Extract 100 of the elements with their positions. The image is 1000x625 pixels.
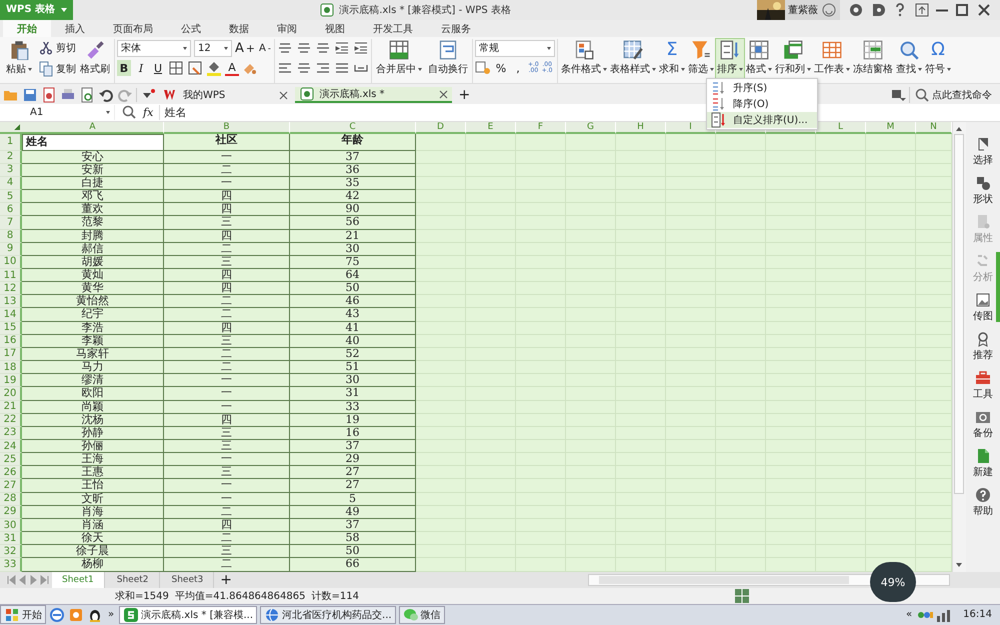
app-menu-button[interactable]: WPS 表格 bbox=[0, 0, 74, 20]
row-header[interactable]: 20 bbox=[0, 387, 22, 401]
font-size-select[interactable]: 12 bbox=[194, 40, 232, 57]
percent-button[interactable]: % bbox=[494, 60, 508, 76]
column-header[interactable]: C bbox=[290, 122, 416, 134]
row-header[interactable]: 17 bbox=[0, 348, 22, 362]
sidebar-button[interactable]: 推荐 bbox=[973, 330, 993, 362]
column-header[interactable]: B bbox=[164, 122, 290, 134]
underline-button[interactable]: U bbox=[151, 60, 165, 76]
more-button[interactable]: » bbox=[106, 609, 116, 620]
document-tab[interactable]: 演示底稿.xls * bbox=[295, 87, 452, 104]
cut-button[interactable]: 剪切 bbox=[36, 39, 76, 58]
menu-tab[interactable]: 审阅 bbox=[263, 20, 311, 38]
sidebar-button[interactable]: 选择 bbox=[973, 136, 993, 167]
close-icon[interactable] bbox=[438, 90, 448, 99]
sidebar-button[interactable]: 形状 bbox=[973, 174, 993, 206]
row-header[interactable]: 29 bbox=[0, 506, 22, 519]
horizontal-scrollbar[interactable] bbox=[588, 574, 950, 586]
menu-tab[interactable]: 页面布局 bbox=[99, 20, 167, 38]
menu-tab[interactable]: 数据 bbox=[215, 20, 263, 38]
menu-item[interactable]: 自定义排序(U)... bbox=[707, 112, 817, 128]
row-header[interactable]: 26 bbox=[0, 466, 22, 480]
panel-toggle[interactable] bbox=[996, 252, 1000, 322]
ribbon-button[interactable]: 表格样式 bbox=[608, 39, 657, 80]
sidebar-button[interactable]: 传图 bbox=[973, 292, 993, 323]
new-tab-button[interactable]: + bbox=[454, 87, 474, 104]
row-header[interactable]: 6 bbox=[0, 203, 22, 216]
row-header[interactable]: 10 bbox=[0, 256, 22, 269]
vertical-scrollbar[interactable] bbox=[952, 122, 966, 572]
select-all-corner[interactable] bbox=[0, 122, 22, 134]
column-header[interactable]: E bbox=[466, 122, 516, 134]
document-tab[interactable]: 我的WPS bbox=[159, 86, 292, 104]
add-sheet-button[interactable]: + bbox=[216, 572, 236, 588]
row-header[interactable]: 15 bbox=[0, 322, 22, 335]
menu-tab[interactable]: 视图 bbox=[311, 20, 359, 38]
menu-item[interactable]: 升序(S) bbox=[707, 80, 817, 96]
taskbar-button[interactable]: 微信 bbox=[398, 606, 445, 624]
wrap-text-button[interactable]: 自动换行 bbox=[426, 39, 470, 80]
row-header[interactable]: 18 bbox=[0, 361, 22, 374]
tray-expand-button[interactable]: « bbox=[904, 609, 914, 620]
sidebar-button[interactable]: 帮助 bbox=[973, 486, 993, 518]
ribbon-button[interactable]: 冻结窗格 bbox=[852, 39, 894, 80]
row-header[interactable]: 27 bbox=[0, 479, 22, 493]
row-header[interactable]: 22 bbox=[0, 414, 22, 427]
column-header[interactable]: M bbox=[866, 122, 916, 134]
row-header[interactable]: 5 bbox=[0, 190, 22, 204]
ribbon-button[interactable]: Ω 符号 bbox=[924, 39, 952, 80]
taskbar-button[interactable]: 河北省医疗机构药品交... bbox=[260, 606, 396, 624]
ribbon-button[interactable]: 条件格式 bbox=[560, 39, 608, 80]
column-header[interactable]: A bbox=[22, 122, 164, 134]
row-header[interactable]: 8 bbox=[0, 230, 22, 243]
font-name-select[interactable]: 宋体 bbox=[117, 40, 191, 57]
row-header[interactable]: 14 bbox=[0, 308, 22, 322]
menu-tab[interactable]: 开始 bbox=[3, 20, 51, 38]
menu-tab[interactable]: 插入 bbox=[51, 20, 99, 38]
row-header[interactable]: 24 bbox=[0, 440, 22, 454]
row-header[interactable]: 16 bbox=[0, 334, 22, 348]
row-header[interactable]: 19 bbox=[0, 374, 22, 388]
row-header[interactable]: 12 bbox=[0, 282, 22, 296]
sidebar-button[interactable]: 新建 bbox=[973, 448, 993, 479]
taskbar-button[interactable]: 演示底稿.xls * [兼容模... bbox=[119, 606, 258, 624]
sheet-tab[interactable]: Sheet1 bbox=[52, 572, 105, 588]
column-header[interactable]: G bbox=[566, 122, 616, 134]
function-button[interactable]: fx bbox=[143, 106, 154, 119]
start-button[interactable]: 开始 bbox=[0, 605, 46, 624]
row-header[interactable]: 21 bbox=[0, 400, 22, 414]
column-header[interactable]: D bbox=[416, 122, 466, 134]
italic-button[interactable]: I bbox=[134, 60, 148, 76]
number-format-select[interactable]: 常规 bbox=[474, 40, 555, 57]
row-header[interactable]: 2 bbox=[0, 150, 22, 164]
row-header[interactable]: 33 bbox=[0, 558, 22, 572]
bold-button[interactable]: B bbox=[117, 60, 131, 76]
ribbon-button[interactable]: 查找 bbox=[894, 39, 923, 80]
ribbon-button[interactable]: 排序 bbox=[716, 39, 744, 80]
comma-button[interactable]: , bbox=[510, 60, 525, 76]
menu-tab[interactable]: 开发工具 bbox=[359, 20, 427, 38]
ribbon-button[interactable]: 格式 bbox=[744, 39, 773, 80]
row-header[interactable]: 11 bbox=[0, 268, 22, 282]
row-header[interactable]: 30 bbox=[0, 518, 22, 532]
close-icon[interactable] bbox=[279, 90, 288, 100]
format-painter-button[interactable]: 格式刷 bbox=[78, 39, 112, 80]
copy-button[interactable]: 复制 bbox=[36, 60, 76, 78]
minimize-icon[interactable] bbox=[936, 8, 948, 12]
row-header[interactable]: 23 bbox=[0, 426, 22, 440]
merge-center-button[interactable]: 合并居中 bbox=[374, 39, 424, 80]
menu-tab[interactable]: 云服务 bbox=[427, 20, 485, 38]
row-header[interactable]: 9 bbox=[0, 242, 22, 256]
row-header[interactable]: 13 bbox=[0, 295, 22, 308]
row-header[interactable]: 25 bbox=[0, 453, 22, 466]
row-header[interactable]: 7 bbox=[0, 216, 22, 230]
column-header[interactable]: N bbox=[916, 122, 952, 134]
paste-button[interactable]: 粘贴 bbox=[4, 39, 34, 80]
name-box[interactable]: A1 bbox=[0, 104, 115, 120]
ribbon-button[interactable]: 工作表 bbox=[812, 39, 851, 80]
command-search-field[interactable]: 点此查找命令 bbox=[909, 87, 1000, 104]
row-header[interactable]: 4 bbox=[0, 176, 22, 190]
row-header[interactable]: 1 bbox=[0, 134, 22, 151]
row-header[interactable]: 32 bbox=[0, 545, 22, 558]
row-header[interactable]: 28 bbox=[0, 492, 22, 506]
menu-tab[interactable]: 公式 bbox=[167, 20, 215, 38]
